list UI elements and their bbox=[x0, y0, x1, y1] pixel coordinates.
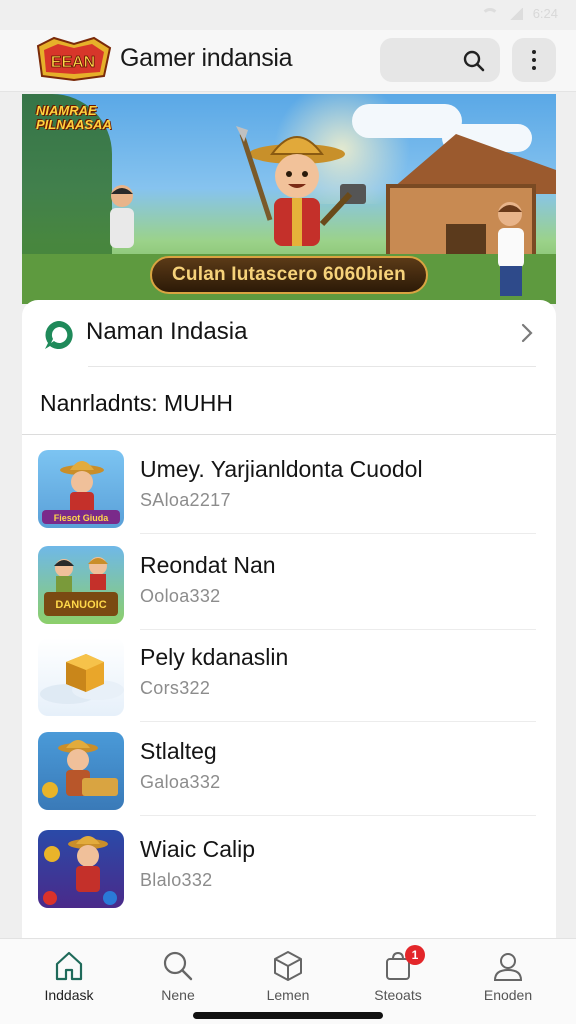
box-icon bbox=[274, 951, 302, 981]
game-thumbnail bbox=[38, 732, 124, 810]
featured-label: Naman Indasia bbox=[86, 318, 248, 345]
kid-right-illustration bbox=[498, 202, 524, 296]
search-button[interactable] bbox=[380, 38, 500, 82]
more-dot-icon bbox=[532, 50, 536, 54]
nav-item-home[interactable]: Inddask bbox=[24, 949, 114, 1003]
featured-row[interactable]: Naman Indasia bbox=[22, 300, 556, 366]
app-bar: EEAN Gamer indansia bbox=[0, 30, 576, 92]
chevron-right-icon bbox=[521, 323, 533, 343]
content-card: Naman Indasia Nanrladnts: MUHH Fiesot Gi… bbox=[22, 300, 556, 940]
list-item[interactable]: Wiaic Calip Blalo332 bbox=[22, 818, 556, 914]
search-icon bbox=[463, 50, 485, 72]
kid-left-illustration bbox=[110, 185, 134, 248]
hero-banner[interactable]: NIAMRAE PILNAASAA Culan Iutascero 6060bi… bbox=[22, 94, 556, 304]
hero-cta-button[interactable]: Culan Iutascero 6060bien bbox=[150, 256, 428, 294]
game-thumbnail: Fiesot Giuda bbox=[38, 450, 124, 528]
wifi-icon bbox=[480, 7, 499, 20]
svg-text:Fiesot Giuda: Fiesot Giuda bbox=[54, 513, 110, 523]
game-title: Wiaic Calip bbox=[140, 836, 256, 862]
section-title: Nanrladnts: MUHH bbox=[40, 390, 233, 416]
game-subtitle: SAloa2217 bbox=[140, 490, 231, 510]
nav-label: Enoden bbox=[483, 987, 533, 1003]
list-item[interactable]: Fiesot Giuda Umey. Yarjianldonta Cuodol … bbox=[22, 438, 556, 534]
game-title: Umey. Yarjianldonta Cuodol bbox=[140, 456, 423, 482]
divider bbox=[88, 366, 536, 367]
nav-label: Steoats bbox=[374, 987, 422, 1003]
search-icon bbox=[163, 951, 193, 981]
game-title: Stlalteg bbox=[140, 738, 217, 764]
game-thumbnail bbox=[38, 830, 124, 908]
game-title: Pely kdanaslin bbox=[140, 644, 289, 670]
list-item[interactable]: Pely kdanaslin Cors322 bbox=[22, 626, 556, 722]
list-item[interactable]: Stlalteg Galoa332 bbox=[22, 720, 556, 816]
chat-bubble-icon bbox=[45, 321, 73, 349]
game-thumbnail: DANUOIC bbox=[38, 546, 124, 624]
home-icon bbox=[55, 951, 83, 981]
game-subtitle: Blalo332 bbox=[140, 870, 213, 890]
status-time: 6:24 bbox=[532, 6, 558, 21]
list-item[interactable]: DANUOIC Reondat Nan Ooloa332 bbox=[22, 534, 556, 630]
status-bar: 6:24 bbox=[0, 0, 576, 30]
game-subtitle: Galoa332 bbox=[140, 772, 221, 792]
nav-item-profile[interactable]: Enoden bbox=[463, 949, 553, 1003]
nav-item-store[interactable]: 1 Steoats bbox=[353, 945, 443, 1003]
divider bbox=[22, 434, 556, 435]
svg-text:DANUOIC: DANUOIC bbox=[55, 599, 106, 611]
hero-logo: NIAMRAE PILNAASAA bbox=[36, 103, 112, 132]
logo-text: EEAN bbox=[51, 54, 95, 71]
game-subtitle: Cors322 bbox=[140, 678, 211, 698]
game-subtitle: Ooloa332 bbox=[140, 586, 221, 606]
notification-badge: 1 bbox=[405, 945, 425, 965]
home-indicator[interactable] bbox=[193, 1012, 383, 1019]
nav-label: Inddask bbox=[44, 987, 94, 1003]
nav-item-library[interactable]: Lemen bbox=[243, 949, 333, 1003]
game-thumbnail bbox=[38, 638, 124, 716]
game-title: Reondat Nan bbox=[140, 552, 276, 578]
signal-icon bbox=[508, 7, 523, 20]
nav-label: Lemen bbox=[266, 987, 310, 1003]
nav-item-search[interactable]: Nene bbox=[133, 949, 223, 1003]
hero-character-illustration bbox=[236, 126, 366, 246]
nav-label: Nene bbox=[161, 987, 195, 1003]
app-title: Gamer indansia bbox=[120, 44, 293, 72]
profile-icon bbox=[493, 953, 523, 981]
app-logo[interactable]: EEAN bbox=[34, 36, 112, 82]
more-options-button[interactable] bbox=[512, 38, 556, 82]
